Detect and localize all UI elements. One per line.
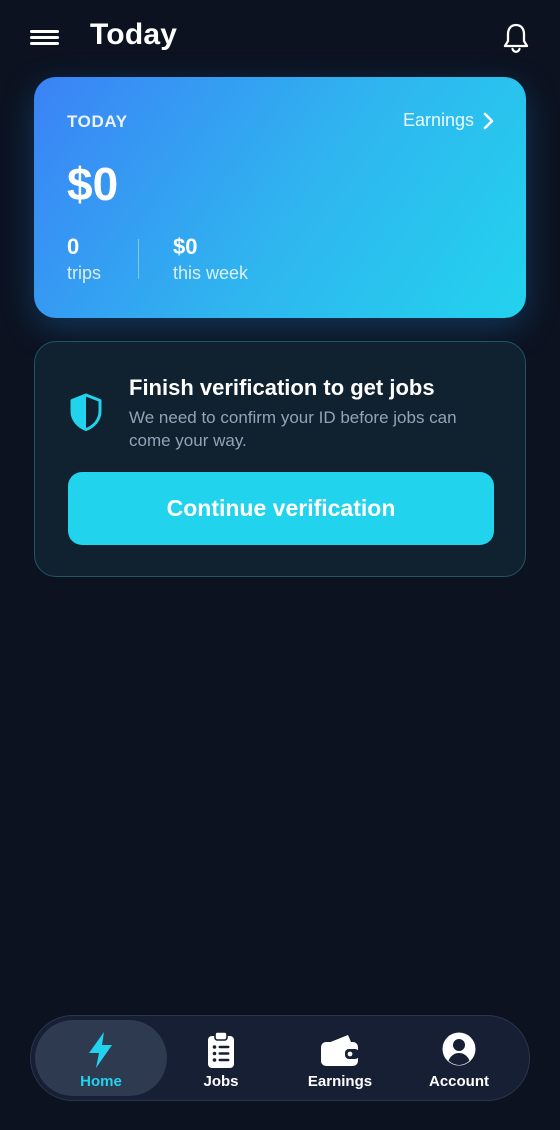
week-earnings-stat: $0 this week [173, 234, 248, 284]
nav-label-account: Account [429, 1073, 489, 1090]
verification-title: Finish verification to get jobs [129, 375, 435, 400]
shield-icon [70, 393, 102, 431]
nav-label-jobs: Jobs [203, 1073, 239, 1090]
today-label: TODAY [67, 112, 128, 131]
continue-verification-button[interactable]: Continue verification [68, 472, 494, 545]
wallet-icon [321, 1035, 359, 1066]
week-earnings-value: $0 [173, 234, 198, 259]
trips-count: 0 [67, 234, 80, 259]
chevron-right-icon [483, 112, 494, 129]
stat-divider [138, 239, 139, 279]
verification-card: Finish verification to get jobs We need … [34, 341, 526, 577]
nav-item-jobs[interactable]: Jobs [155, 1020, 287, 1096]
clipboard-icon [208, 1031, 234, 1068]
today-earnings-card: TODAY Earnings $0 0 trips $0 this week [34, 77, 526, 318]
bottom-navigation: Home Jobs Earnings Account [30, 1015, 530, 1101]
verification-description: We need to confirm your ID before jobs c… [129, 408, 457, 450]
app-screen: Today TODAY Earnings $0 0 trips $0 this … [0, 0, 560, 1130]
earnings-link[interactable]: Earnings [403, 110, 494, 131]
trips-stat: 0 trips [67, 234, 101, 284]
nav-item-home[interactable]: Home [35, 1020, 167, 1096]
lightning-icon [89, 1032, 112, 1068]
nav-label-earnings: Earnings [307, 1073, 373, 1090]
top-bar: Today [0, 0, 560, 78]
week-earnings-label: this week [173, 263, 249, 283]
hamburger-menu-icon[interactable] [30, 26, 60, 50]
user-circle-icon [442, 1032, 476, 1066]
notification-bell-icon[interactable] [502, 22, 530, 54]
nav-item-earnings[interactable]: Earnings [274, 1020, 406, 1096]
nav-label-home: Home [80, 1073, 122, 1090]
earnings-link-label: Earnings [402, 110, 474, 130]
trips-label: trips [67, 263, 102, 283]
page-title: Today [90, 18, 178, 51]
today-earnings-amount: $0 [67, 158, 119, 210]
nav-item-account[interactable]: Account [393, 1020, 525, 1096]
